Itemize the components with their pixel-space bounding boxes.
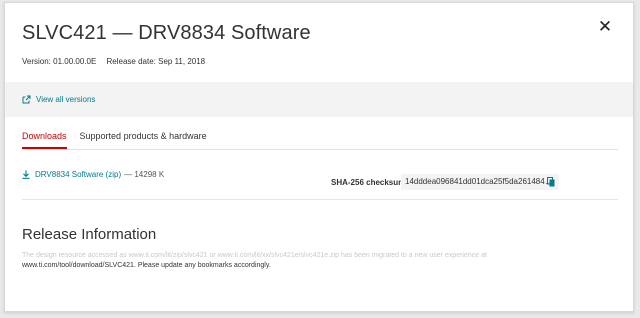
file-size: — 14298 K [124, 170, 165, 179]
tab-divider [22, 149, 618, 150]
tab-bar: Downloads Supported products & hardware [22, 131, 220, 149]
external-link-icon [22, 95, 31, 104]
download-icon [22, 170, 30, 179]
checksum-field[interactable]: 14dddea096841dd01dca25f5da261484… [401, 174, 559, 190]
tab-downloads[interactable]: Downloads [22, 131, 67, 149]
tab-supported-products[interactable]: Supported products & hardware [80, 131, 207, 149]
view-all-versions-label: View all versions [36, 95, 96, 104]
software-modal: SLVC421 — DRV8834 Software ✕ Version: 01… [4, 2, 634, 312]
download-link[interactable]: DRV8834 Software (zip) [35, 170, 121, 179]
versions-band: View all versions [5, 82, 633, 117]
close-icon[interactable]: ✕ [597, 18, 613, 35]
release-info-line-2: www.ti.com/tool/download/SLVC421. Please… [22, 262, 271, 269]
release-info-title: Release Information [22, 226, 157, 243]
release-date: Release date: Sep 11, 2018 [106, 57, 206, 66]
copy-icon[interactable] [547, 177, 555, 187]
page-title: SLVC421 — DRV8834 Software [22, 22, 311, 44]
download-item: DRV8834 Software (zip) — 14298 K [22, 170, 164, 179]
checksum-value: 14dddea096841dd01dca25f5da261484… [405, 177, 553, 186]
version-meta: Version: 01.00.00.0E Release date: Sep 1… [22, 57, 205, 66]
view-all-versions-link[interactable]: View all versions [22, 95, 95, 104]
version-text: Version: 01.00.00.0E [22, 57, 97, 66]
release-info-line-1: The design resource accessed as www.ti.c… [22, 252, 487, 259]
download-divider [22, 199, 618, 200]
checksum-label: SHA-256 checksum [331, 178, 406, 187]
